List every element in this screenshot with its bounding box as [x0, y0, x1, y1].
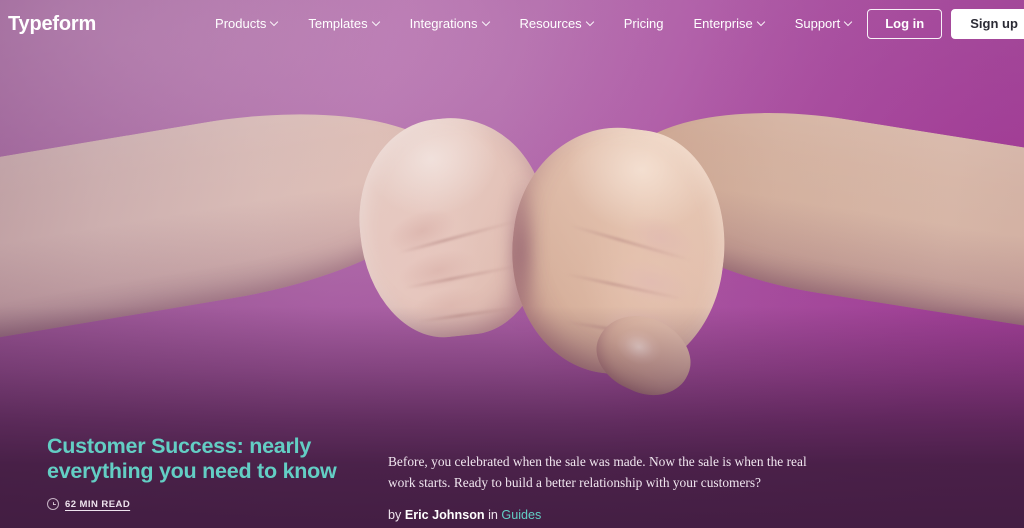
byline-category[interactable]: Guides: [501, 508, 541, 522]
hero-section: Typeform Products Templates Integrations…: [0, 0, 1024, 528]
signup-button[interactable]: Sign up: [951, 8, 1024, 39]
nav-label: Integrations: [409, 16, 478, 31]
chevron-down-icon: [758, 19, 765, 26]
article-headline[interactable]: Customer Success: nearly everything you …: [47, 434, 345, 484]
read-time-label[interactable]: 62 MIN READ: [65, 499, 130, 510]
nav-item-templates[interactable]: Templates: [293, 16, 394, 31]
nav-item-enterprise[interactable]: Enterprise: [678, 16, 779, 31]
article-meta: 62 MIN READ: [47, 498, 345, 511]
main-navigation: Products Templates Integrations Resource…: [200, 16, 867, 31]
chevron-down-icon: [271, 19, 278, 26]
nav-item-integrations[interactable]: Integrations: [395, 16, 505, 31]
chevron-down-icon: [483, 19, 490, 26]
clock-icon: [47, 498, 59, 511]
nav-label: Resources: [519, 16, 582, 31]
byline-join: in: [488, 508, 498, 522]
byline-prefix: by: [388, 508, 402, 522]
nav-item-products[interactable]: Products: [200, 16, 293, 31]
site-header: Typeform Products Templates Integrations…: [0, 0, 1024, 47]
article-byline: by Eric Johnson in Guides: [388, 508, 818, 522]
article-teaser: Customer Success: nearly everything you …: [0, 434, 1024, 528]
nav-item-support[interactable]: Support: [780, 16, 868, 31]
article-teaser-left: Customer Success: nearly everything you …: [47, 434, 345, 511]
chevron-down-icon: [845, 19, 852, 26]
nav-label: Products: [215, 16, 267, 31]
nav-label: Templates: [308, 16, 368, 31]
login-button[interactable]: Log in: [867, 8, 943, 39]
nav-label: Support: [794, 16, 841, 31]
nav-item-pricing[interactable]: Pricing: [609, 16, 679, 31]
nav-item-resources[interactable]: Resources: [505, 16, 609, 31]
chevron-down-icon: [373, 19, 380, 26]
article-dek: Before, you celebrated when the sale was…: [388, 454, 807, 491]
chevron-down-icon: [587, 19, 594, 26]
typeform-logo[interactable]: Typeform: [8, 14, 96, 34]
header-actions: Log in Sign up: [867, 8, 1024, 39]
nav-label: Enterprise: [693, 16, 753, 31]
article-teaser-right: Before, you celebrated when the sale was…: [388, 434, 818, 522]
byline-author[interactable]: Eric Johnson: [405, 508, 485, 522]
nav-label: Pricing: [623, 16, 664, 31]
